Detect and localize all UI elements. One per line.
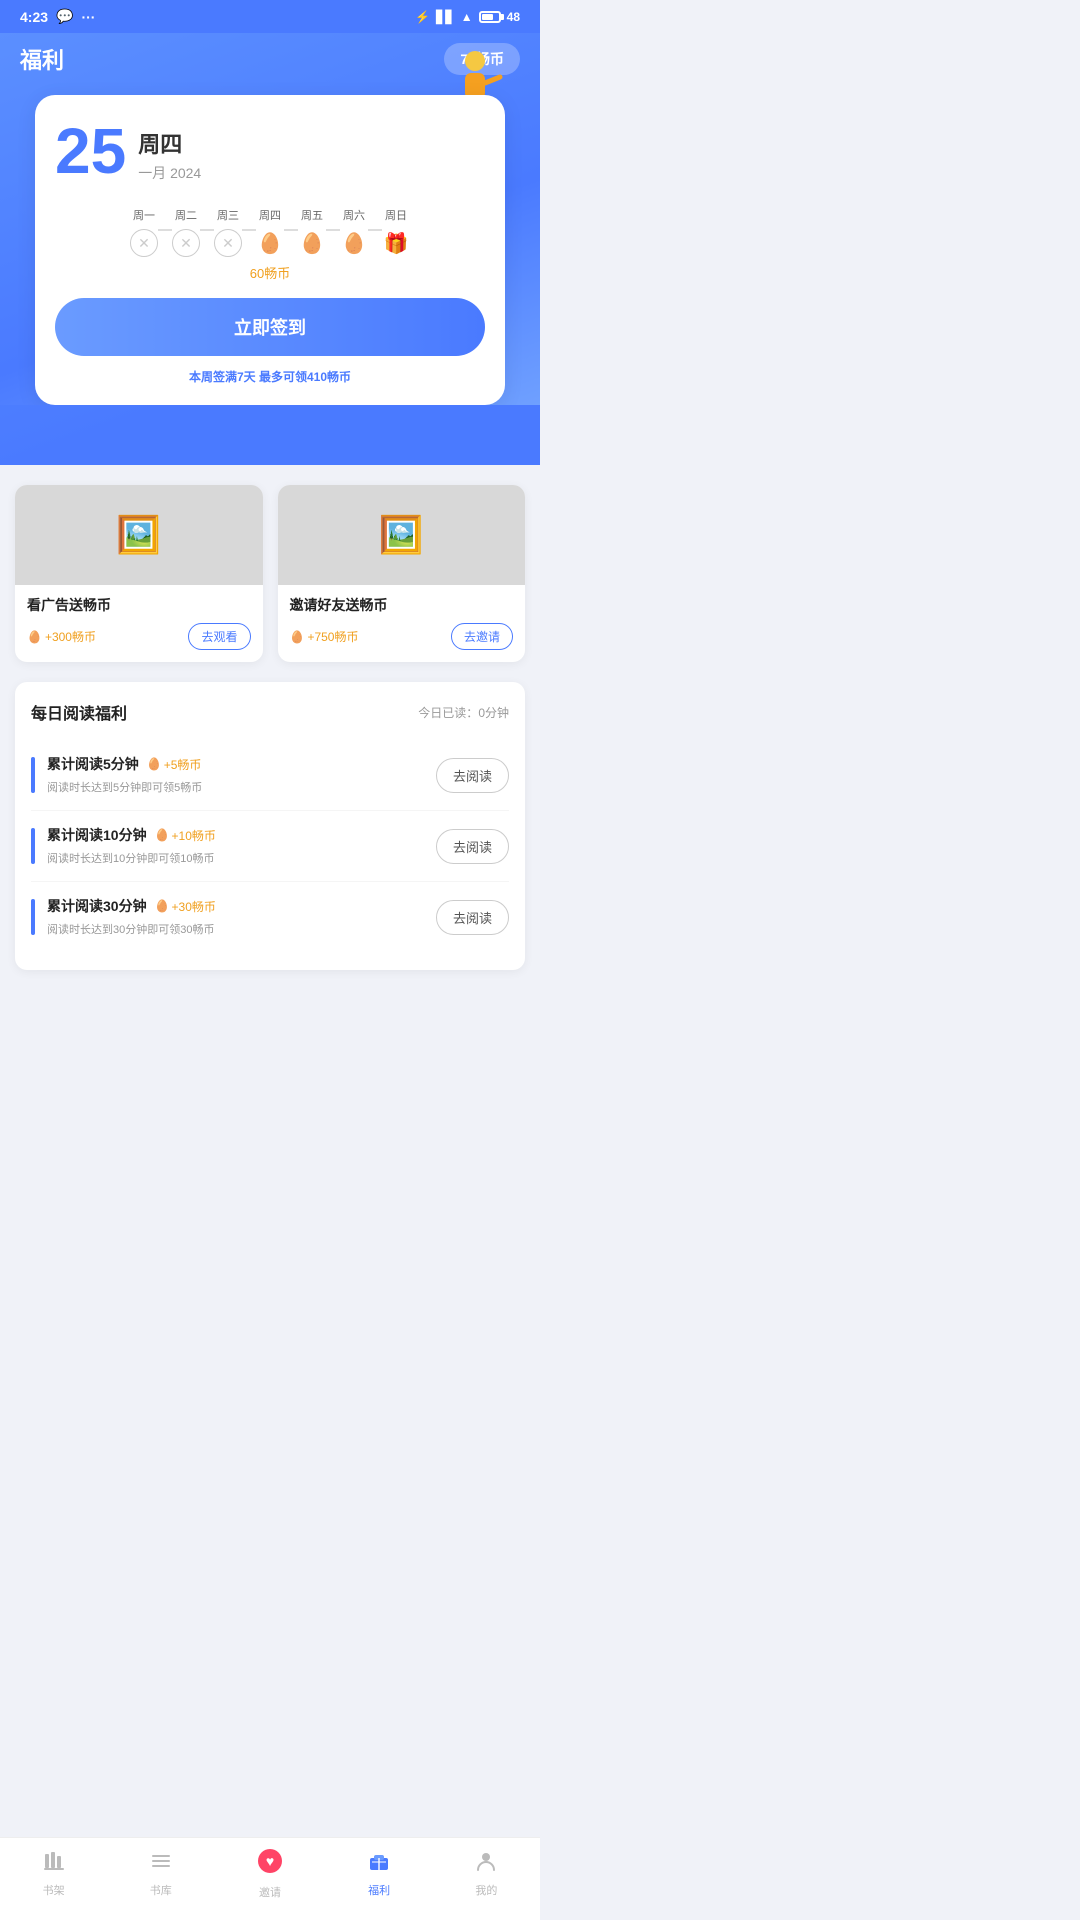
ad-title-invite: 邀请好友送畅币 xyxy=(290,595,514,615)
svg-text:♥: ♥ xyxy=(266,1853,274,1869)
ad-info-invite: 邀请好友送畅币 🥚 +750畅币 去邀请 xyxy=(278,585,526,662)
nav-mine-label: 我的 xyxy=(475,1882,497,1898)
main-card: 25 周四 一月 2024 周一 ✕ xyxy=(35,95,505,405)
status-left: 4:23 💬 ··· xyxy=(20,8,95,25)
time: 4:23 xyxy=(20,9,48,25)
day-wed: 周三 ✕ xyxy=(214,207,242,257)
task-title-row-30min: 累计阅读30分钟 🥚+30畅币 xyxy=(47,896,436,916)
task-btn-30min[interactable]: 去阅读 xyxy=(436,900,509,935)
more-icon: ··· xyxy=(81,9,95,25)
task-reward-10min: 🥚+10畅币 xyxy=(155,827,216,844)
task-30min: 累计阅读30分钟 🥚+30畅币 阅读时长达到30分钟即可领30畅币 去阅读 xyxy=(31,882,509,952)
task-info-30min: 累计阅读30分钟 🥚+30畅币 阅读时长达到30分钟即可领30畅币 xyxy=(47,896,436,938)
daily-reading-section: 每日阅读福利 今日已读：0分钟 累计阅读5分钟 🥚+5畅币 阅读时长达到5分钟即… xyxy=(15,682,525,970)
bottom-nav: 书架 书库 ♥ 邀请 福利 xyxy=(0,1837,540,1920)
header: 福利 70畅币 xyxy=(0,33,540,405)
nav-benefits[interactable]: 福利 xyxy=(368,1850,390,1898)
date-weekday: 周四 xyxy=(138,127,201,159)
date-section: 25 周四 一月 2024 xyxy=(55,119,485,183)
wifi-icon: ▲ xyxy=(461,10,473,24)
notification-icon: 💬 xyxy=(56,8,73,25)
nav-library-label: 书库 xyxy=(150,1882,172,1898)
nav-invite-label: 邀请 xyxy=(259,1884,281,1900)
task-info-10min: 累计阅读10分钟 🥚+10畅币 阅读时长达到10分钟即可领10畅币 xyxy=(47,825,436,867)
task-desc-30min: 阅读时长达到30分钟即可领30畅币 xyxy=(47,924,214,936)
signin-button[interactable]: 立即签到 xyxy=(55,298,485,356)
ad-reward-invite: 🥚 +750畅币 xyxy=(290,628,359,645)
ad-cards-section: 🖼️ 看广告送畅币 🥚 +300畅币 去观看 🖼️ 邀请好友送畅币 🥚 +750… xyxy=(0,485,540,662)
nav-mine[interactable]: 我的 xyxy=(475,1850,497,1898)
ad-title-watch: 看广告送畅币 xyxy=(27,595,251,615)
task-btn-10min[interactable]: 去阅读 xyxy=(436,829,509,864)
task-reward-30min: 🥚+30畅币 xyxy=(155,898,216,915)
ad-btn-watch[interactable]: 去观看 xyxy=(188,623,250,650)
nav-benefits-label: 福利 xyxy=(368,1882,390,1898)
bookshelf-icon xyxy=(43,1850,65,1878)
weekly-checkin-row: 周一 ✕ 周二 ✕ 周三 ✕ xyxy=(55,207,485,257)
task-btn-5min[interactable]: 去阅读 xyxy=(436,758,509,793)
task-title-row-5min: 累计阅读5分钟 🥚+5畅币 xyxy=(47,754,436,774)
task-title-row-10min: 累计阅读10分钟 🥚+10畅币 xyxy=(47,825,436,845)
benefits-icon xyxy=(368,1850,390,1878)
status-bar: 4:23 💬 ··· ⚡ ▋▋ ▲ 48 xyxy=(0,0,540,33)
task-name-5min: 累计阅读5分钟 xyxy=(47,754,139,774)
invite-icon: ♥ xyxy=(257,1848,283,1880)
task-name-10min: 累计阅读10分钟 xyxy=(47,825,147,845)
ad-image-invite: 🖼️ xyxy=(278,485,526,585)
ad-bottom-watch: 🥚 +300畅币 去观看 xyxy=(27,623,251,650)
ad-card-watch: 🖼️ 看广告送畅币 🥚 +300畅币 去观看 xyxy=(15,485,263,662)
ad-bottom-invite: 🥚 +750畅币 去邀请 xyxy=(290,623,514,650)
task-5min: 累计阅读5分钟 🥚+5畅币 阅读时长达到5分钟即可领5畅币 去阅读 xyxy=(31,740,509,811)
nav-bookshelf-label: 书架 xyxy=(43,1882,65,1898)
day-sun: 周日 🎁 xyxy=(382,207,410,257)
nav-invite[interactable]: ♥ 邀请 xyxy=(257,1848,283,1900)
day-tue: 周二 ✕ xyxy=(172,207,200,257)
date-info: 周四 一月 2024 xyxy=(138,119,201,183)
ad-btn-invite[interactable]: 去邀请 xyxy=(451,623,513,650)
checkin-reward: 60畅币 xyxy=(55,263,485,282)
task-indicator-10min xyxy=(31,828,35,864)
task-desc-10min: 阅读时长达到10分钟即可领10畅币 xyxy=(47,853,214,865)
status-right: ⚡ ▋▋ ▲ 48 xyxy=(415,10,520,24)
task-desc-5min: 阅读时长达到5分钟即可领5畅币 xyxy=(47,782,202,794)
nav-library[interactable]: 书库 xyxy=(150,1850,172,1898)
date-month-year: 一月 2024 xyxy=(138,163,201,183)
signal-icon: ▋▋ xyxy=(436,10,454,24)
task-reward-5min: 🥚+5畅币 xyxy=(147,756,202,773)
task-info-5min: 累计阅读5分钟 🥚+5畅币 阅读时长达到5分钟即可领5畅币 xyxy=(47,754,436,796)
battery-icon xyxy=(479,11,501,23)
day-sat: 周六 🥚 xyxy=(340,207,368,257)
signin-hint: 本周签满7天 最多可领410畅币 xyxy=(55,368,485,385)
day-thu: 周四 🥚 xyxy=(256,207,284,257)
ad-reward-watch: 🥚 +300畅币 xyxy=(27,628,96,645)
bluetooth-icon: ⚡ xyxy=(415,10,430,24)
battery-level: 48 xyxy=(507,10,520,24)
daily-reading-progress: 今日已读：0分钟 xyxy=(418,704,509,721)
library-icon xyxy=(150,1850,172,1878)
task-indicator-30min xyxy=(31,899,35,935)
nav-bookshelf[interactable]: 书架 xyxy=(43,1850,65,1898)
ad-info-watch: 看广告送畅币 🥚 +300畅币 去观看 xyxy=(15,585,263,662)
task-indicator-5min xyxy=(31,757,35,793)
daily-reading-title: 每日阅读福利 xyxy=(31,700,127,724)
task-10min: 累计阅读10分钟 🥚+10畅币 阅读时长达到10分钟即可领10畅币 去阅读 xyxy=(31,811,509,882)
task-name-30min: 累计阅读30分钟 xyxy=(47,896,147,916)
ad-image-watch: 🖼️ xyxy=(15,485,263,585)
mine-icon xyxy=(475,1850,497,1878)
day-fri: 周五 🥚 xyxy=(298,207,326,257)
daily-reading-header: 每日阅读福利 今日已读：0分钟 xyxy=(31,700,509,724)
day-mon: 周一 ✕ xyxy=(130,207,158,257)
date-day: 25 xyxy=(55,119,126,183)
ad-card-invite: 🖼️ 邀请好友送畅币 🥚 +750畅币 去邀请 xyxy=(278,485,526,662)
page-title: 福利 xyxy=(20,43,64,75)
